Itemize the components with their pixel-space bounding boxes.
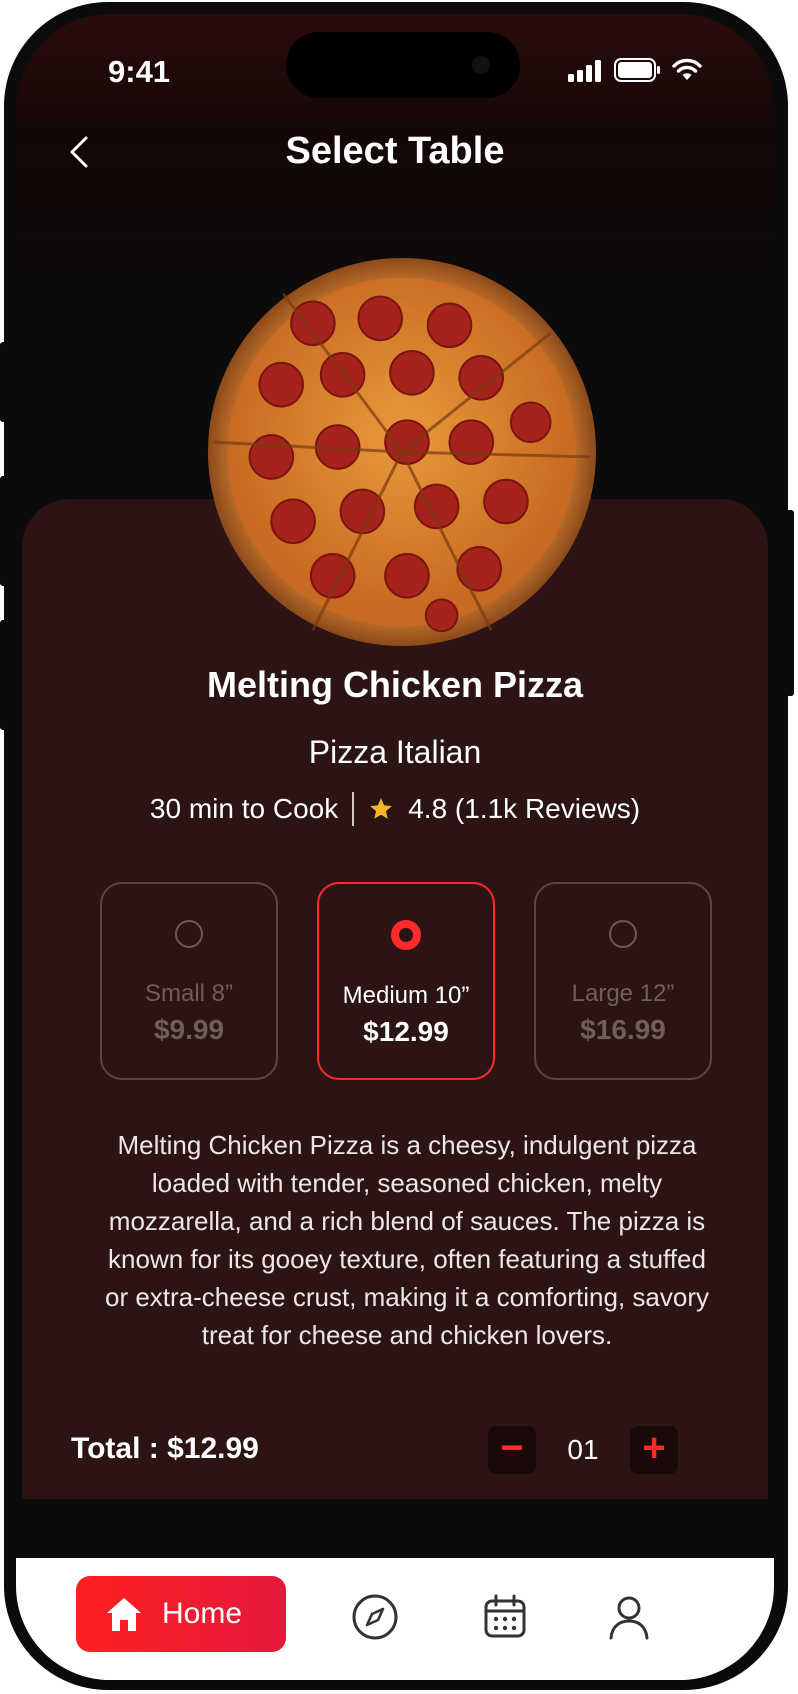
screen: 9:41 Select Table Melting Chicken Pizza …	[16, 14, 774, 1680]
size-options: Small 8” $9.99 Medium 10” $12.99 Large 1…	[100, 882, 712, 1080]
decrease-button[interactable]: −	[488, 1426, 536, 1474]
size-label: Large 12”	[571, 980, 675, 1007]
pizza-image	[207, 257, 597, 647]
dynamic-island	[286, 32, 520, 98]
radio-button-selected[interactable]	[391, 920, 421, 950]
star-icon	[370, 798, 393, 819]
radio-button[interactable]	[175, 920, 203, 948]
radio-button[interactable]	[609, 920, 637, 948]
bottom-tab-bar: Home	[16, 1558, 774, 1680]
compass-icon[interactable]	[350, 1592, 400, 1642]
product-name: Melting Chicken Pizza	[206, 664, 584, 705]
size-price: $12.99	[363, 1016, 449, 1047]
phone-frame: 9:41 Select Table Melting Chicken Pizza …	[4, 2, 788, 1690]
cook-time: 30 min to Cook	[149, 793, 339, 824]
size-label: Medium 10”	[342, 982, 470, 1009]
signal-icon	[568, 60, 601, 82]
size-label: Small 8”	[144, 980, 234, 1007]
tab-home-label: Home	[162, 1597, 243, 1630]
profile-icon[interactable]	[604, 1592, 654, 1642]
order-total: Total : $12.99	[71, 1432, 259, 1465]
status-icons	[568, 58, 702, 82]
product-category: Pizza Italian	[308, 734, 482, 770]
size-option-medium[interactable]: Medium 10” $12.99	[317, 882, 495, 1080]
page-title: Select Table	[285, 130, 505, 172]
quantity-stepper: − 01 +	[488, 1426, 678, 1474]
divider	[352, 792, 355, 826]
size-option-large[interactable]: Large 12” $16.99	[534, 882, 712, 1080]
increase-button[interactable]: +	[630, 1426, 678, 1474]
home-icon	[107, 1598, 141, 1631]
calendar-icon[interactable]	[480, 1592, 530, 1642]
product-description: Melting Chicken Pizza is a cheesy, indul…	[104, 1130, 709, 1350]
quantity-value: 01	[567, 1434, 599, 1465]
size-price: $9.99	[153, 1014, 225, 1045]
status-time: 9:41	[108, 54, 171, 89]
battery-icon	[614, 58, 660, 82]
wifi-icon	[672, 58, 702, 80]
size-price: $16.99	[580, 1014, 666, 1045]
size-option-small[interactable]: Small 8” $9.99	[100, 882, 278, 1080]
tab-home[interactable]: Home	[76, 1576, 286, 1652]
product-meta: 30 min to Cook 4.8 (1.1k Reviews)	[16, 792, 774, 826]
rating: 4.8 (1.1k Reviews)	[408, 793, 641, 824]
